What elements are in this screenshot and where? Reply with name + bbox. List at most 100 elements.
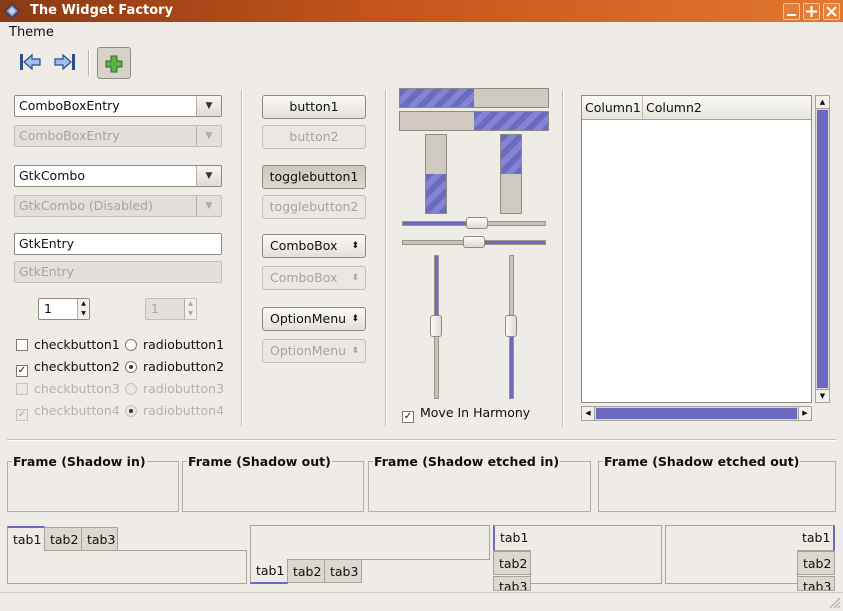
- radiobutton2-label: radiobutton2: [143, 359, 225, 374]
- checkbutton4-label: checkbutton4: [34, 403, 120, 418]
- hscale-2-fill: [475, 241, 545, 244]
- combo-box-entry-disabled-text: ComboBoxEntry: [19, 128, 120, 143]
- radio-icon: [125, 383, 137, 395]
- combo-arrows-icon: ⬍: [351, 241, 359, 251]
- option-arrows-icon: ⬍: [351, 314, 359, 324]
- toolbar-separator: [88, 50, 90, 76]
- spin-disabled-value: 1: [151, 301, 159, 316]
- checkbutton3-label: checkbutton3: [34, 381, 120, 396]
- togglebutton1[interactable]: togglebutton1: [262, 165, 366, 189]
- frame-shadow-out: Frame (Shadow out): [182, 454, 364, 512]
- hscale-1-fill: [403, 222, 475, 225]
- spin-value: 1: [44, 301, 52, 316]
- column2-header[interactable]: Column2: [643, 96, 811, 120]
- notebook-bottom-tab3[interactable]: tab3: [324, 559, 362, 583]
- vprogress-1: [425, 134, 447, 214]
- notebook-top-tab3[interactable]: tab3: [81, 527, 118, 551]
- notebook-left-panel: [530, 525, 662, 584]
- optionmenu-label: OptionMenu: [270, 311, 347, 326]
- column-separator: [241, 90, 243, 426]
- radiobutton1-label: radiobutton1: [143, 337, 225, 352]
- optionmenu-disabled-label: OptionMenu: [270, 343, 347, 358]
- frame-shadow-in-label: Frame (Shadow in): [12, 454, 147, 469]
- frame-shadow-in: Frame (Shadow in): [7, 454, 179, 512]
- notebook-top-panel: [7, 550, 247, 584]
- scroll-right-icon[interactable]: ▶: [798, 407, 811, 420]
- checkbutton4: ✓ checkbutton4: [16, 403, 120, 421]
- spin-button-disabled: 1 ▲ ▼: [145, 298, 197, 320]
- scroll-left-icon[interactable]: ◀: [582, 407, 595, 420]
- radiobutton4: radiobutton4: [125, 403, 224, 418]
- vprogress-2-fill: [501, 135, 521, 174]
- notebook-left-tab1[interactable]: tab1: [493, 525, 531, 551]
- checkbutton1-label: checkbutton1: [34, 337, 120, 352]
- combo-box-entry[interactable]: ComboBoxEntry ▼: [14, 95, 222, 117]
- column1-header[interactable]: Column1: [582, 96, 643, 120]
- tree-view[interactable]: Column1 Column2: [581, 95, 812, 403]
- close-button[interactable]: [823, 3, 840, 20]
- checkbutton1[interactable]: checkbutton1: [16, 337, 120, 352]
- vertical-scrollbar-thumb[interactable]: [817, 110, 828, 388]
- hprogress-2: [399, 111, 549, 131]
- horizontal-scrollbar[interactable]: ◀ ▶: [581, 406, 812, 421]
- vprogress-2: [500, 134, 522, 214]
- hprogress-2-fill: [474, 112, 548, 130]
- goto-last-icon: [54, 53, 75, 71]
- combobox-label: ComboBox: [270, 238, 338, 253]
- scroll-down-icon[interactable]: ▼: [816, 389, 829, 402]
- combobox[interactable]: ComboBox ⬍: [262, 234, 366, 258]
- resize-grip-icon[interactable]: [827, 595, 841, 609]
- optionmenu[interactable]: OptionMenu ⬍: [262, 307, 366, 331]
- goto-first-button[interactable]: [15, 47, 45, 79]
- menu-theme[interactable]: Theme: [9, 25, 54, 40]
- radio-selected-icon: [125, 361, 137, 373]
- chevron-down-icon: ▼: [196, 196, 221, 216]
- checkbox-checked-icon: ✓: [16, 365, 28, 377]
- move-in-harmony-check[interactable]: ✓ Move In Harmony: [402, 405, 530, 423]
- horizontal-scrollbar-thumb[interactable]: [596, 408, 797, 419]
- notebook-top-tab1[interactable]: tab1: [7, 526, 45, 551]
- vertical-scrollbar[interactable]: ▲ ▼: [815, 95, 830, 403]
- column-separator: [562, 90, 564, 426]
- combo-box-entry-text: ComboBoxEntry: [19, 98, 120, 113]
- vscale-2-slider[interactable]: [505, 315, 517, 337]
- spin-arrows-icon[interactable]: ▲ ▼: [77, 299, 89, 319]
- goto-last-button[interactable]: [50, 47, 80, 79]
- minimize-button[interactable]: [783, 3, 800, 20]
- move-in-harmony-label: Move In Harmony: [420, 405, 531, 420]
- notebook-left-tab2[interactable]: tab2: [493, 551, 531, 575]
- button1[interactable]: button1: [262, 95, 366, 119]
- vscale-1-slider[interactable]: [430, 315, 442, 337]
- toolbar: [0, 44, 843, 82]
- notebook-right-tab2[interactable]: tab2: [797, 551, 835, 575]
- notebook-bottom-tab1[interactable]: tab1: [250, 559, 288, 584]
- radiobutton2[interactable]: radiobutton2: [125, 359, 224, 374]
- maximize-button[interactable]: [803, 3, 820, 20]
- checkbox-checked-icon: ✓: [402, 411, 414, 423]
- add-button[interactable]: [97, 47, 131, 79]
- gtk-combo[interactable]: GtkCombo ▼: [14, 165, 222, 187]
- notebook-left-tab3[interactable]: tab3: [493, 576, 531, 591]
- combo-box-entry-disabled: ComboBoxEntry ▼: [14, 125, 222, 147]
- checkbutton2[interactable]: ✓ checkbutton2: [16, 359, 120, 377]
- optionmenu-disabled: OptionMenu ⬍: [262, 339, 366, 363]
- chevron-down-icon: ▼: [196, 126, 221, 146]
- hscale-1-slider[interactable]: [466, 217, 488, 229]
- scroll-up-icon[interactable]: ▲: [816, 96, 829, 109]
- horizontal-separator: [7, 439, 836, 441]
- notebook-right-tab3[interactable]: tab3: [797, 576, 835, 591]
- hscale-2-slider[interactable]: [463, 236, 485, 248]
- status-bar: [0, 592, 843, 611]
- spin-button[interactable]: 1 ▲ ▼: [38, 298, 90, 320]
- frame-shadow-etched-out-label: Frame (Shadow etched out): [603, 454, 801, 469]
- close-icon: [826, 6, 837, 17]
- notebook-top-tab2[interactable]: tab2: [44, 527, 82, 551]
- gtk-entry[interactable]: GtkEntry: [14, 233, 222, 255]
- notebook-bottom-tab2[interactable]: tab2: [287, 559, 325, 583]
- notebook-right-tab1[interactable]: tab1: [797, 525, 835, 551]
- window-title: The Widget Factory: [30, 3, 174, 18]
- chevron-down-icon[interactable]: ▼: [196, 96, 221, 116]
- radiobutton1[interactable]: radiobutton1: [125, 337, 224, 352]
- gtk-combo-disabled-text: GtkCombo (Disabled): [19, 198, 153, 213]
- chevron-down-icon[interactable]: ▼: [196, 166, 221, 186]
